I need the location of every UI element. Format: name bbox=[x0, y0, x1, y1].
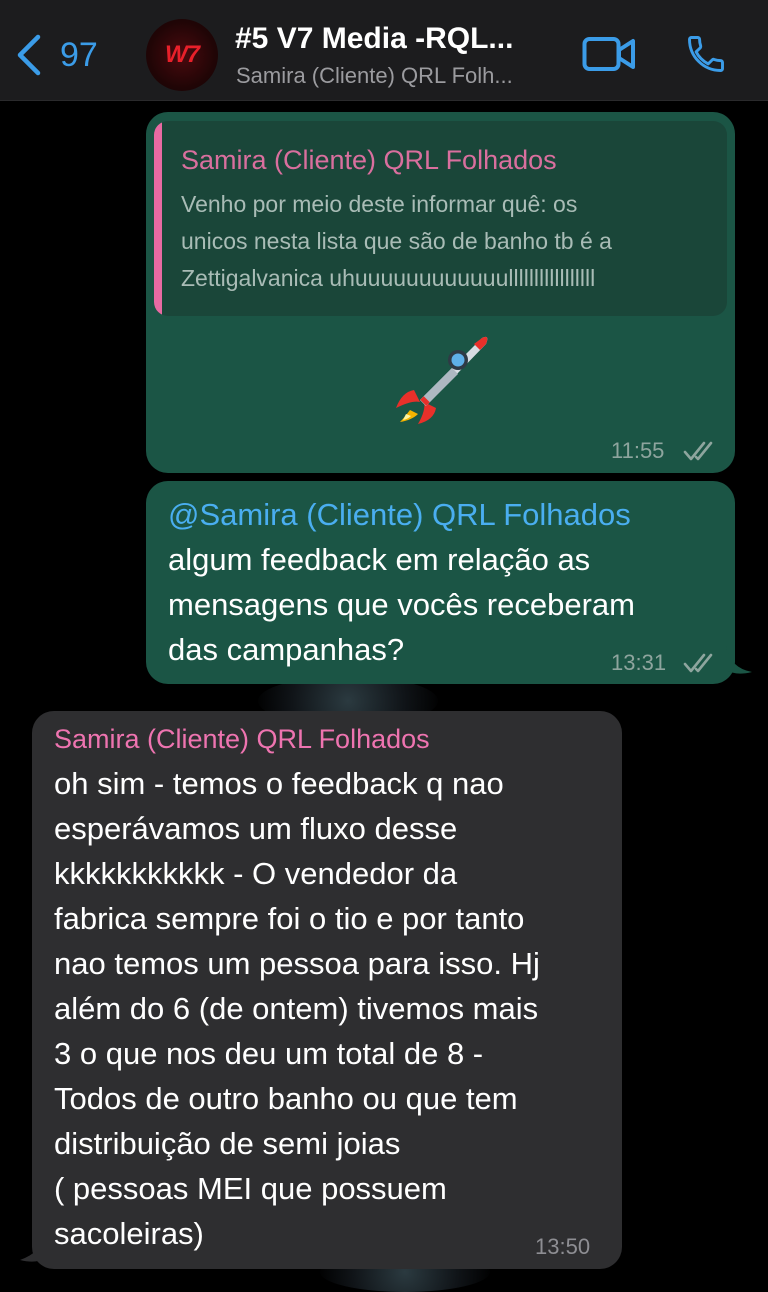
phone-icon bbox=[688, 36, 724, 72]
avatar-logo: W7 bbox=[165, 41, 200, 68]
message-time: 13:50 bbox=[535, 1234, 591, 1259]
double-check-icon bbox=[683, 653, 713, 673]
video-call-button[interactable] bbox=[582, 36, 636, 77]
message-text: oh sim - temos o feedback q nao esperáva… bbox=[54, 766, 540, 1251]
bubble-tail bbox=[726, 646, 752, 674]
group-avatar[interactable]: W7 bbox=[146, 19, 218, 91]
rocket-emoji bbox=[392, 330, 492, 430]
mention-link[interactable]: @Samira (Cliente) QRL Folhados bbox=[168, 492, 728, 537]
unread-count: 97 bbox=[60, 35, 98, 74]
bubble-tail bbox=[20, 1234, 46, 1262]
chat-header: 97 W7 #5 V7 Media -RQL... Samira (Client… bbox=[0, 0, 768, 101]
chevron-left-icon bbox=[17, 34, 41, 76]
quoted-message[interactable]: Samira (Cliente) QRL Folhados Venho por … bbox=[154, 121, 727, 316]
message-text: @Samira (Cliente) QRL Folhados algum fee… bbox=[168, 492, 728, 672]
double-check-icon bbox=[683, 441, 713, 461]
back-button[interactable]: 97 bbox=[16, 34, 98, 76]
quote-text: Venho por meio deste informar quê: os un… bbox=[181, 191, 612, 291]
quote-sender: Samira (Cliente) QRL Folhados bbox=[181, 145, 557, 175]
video-camera-icon bbox=[582, 37, 635, 71]
chat-subtitle[interactable]: Samira (Cliente) QRL Folh... bbox=[236, 63, 556, 89]
message-time: 11:55 bbox=[611, 438, 665, 463]
quote-accent-bar bbox=[154, 121, 162, 316]
message-sender[interactable]: Samira (Cliente) QRL Folhados bbox=[54, 724, 430, 755]
chat-title[interactable]: #5 V7 Media -RQL... bbox=[235, 22, 555, 56]
voice-call-button[interactable] bbox=[684, 32, 728, 81]
message-time: 13:31 bbox=[611, 650, 667, 675]
